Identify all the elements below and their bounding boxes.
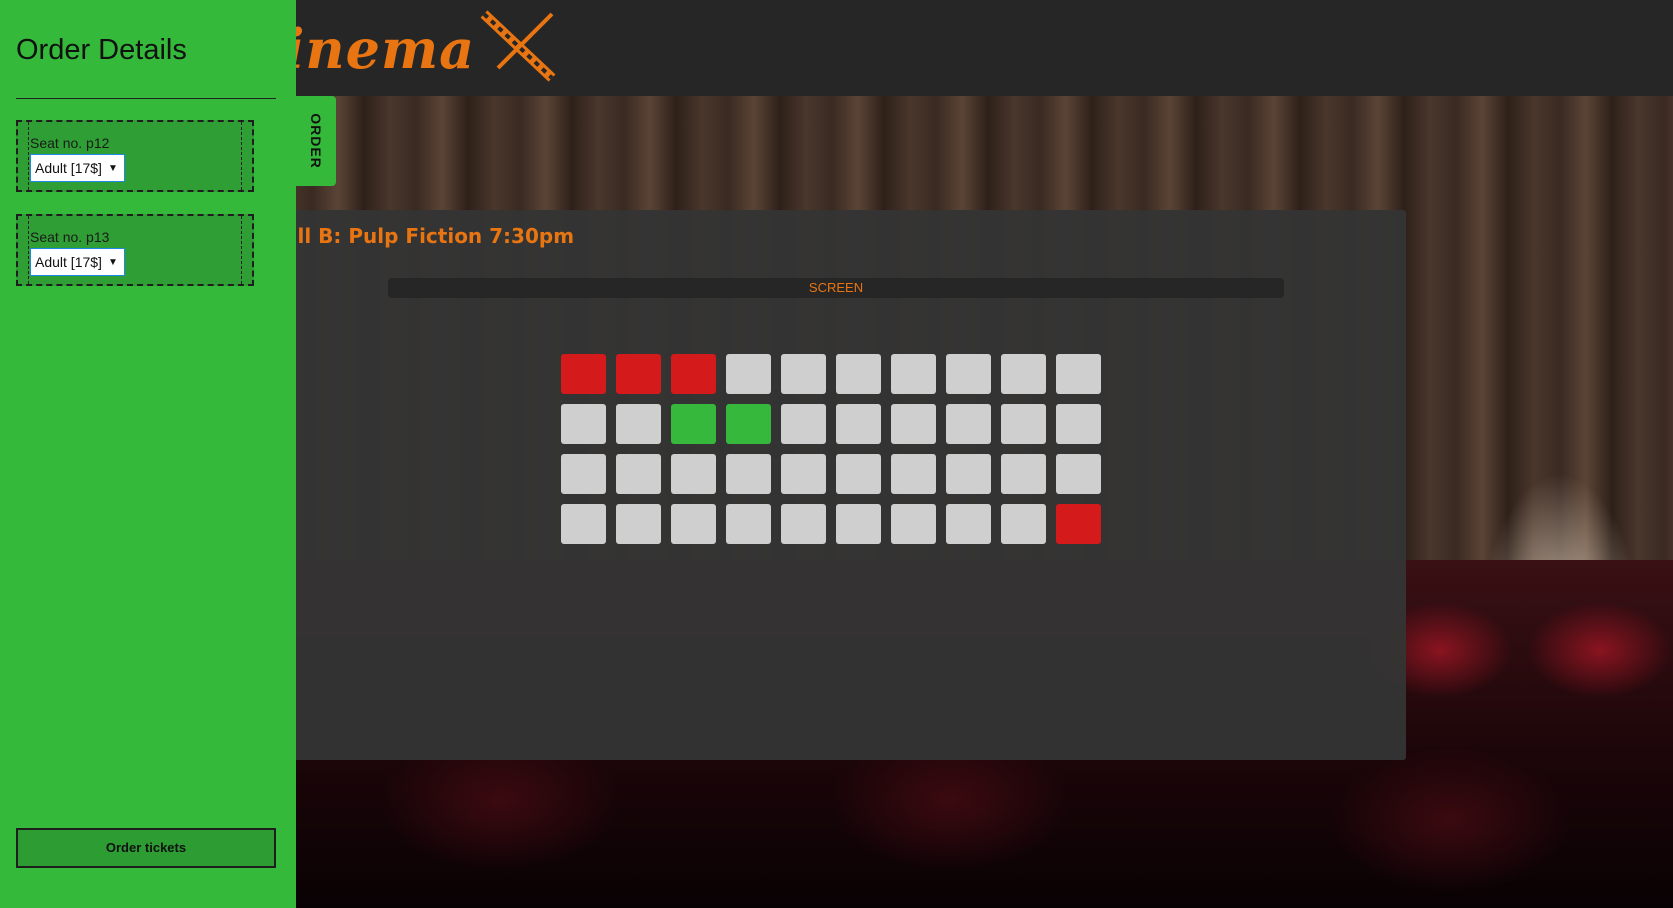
ticket-type-select[interactable]: Adult [17$] ▼ [30,248,125,276]
dropdown-arrow-icon: ▼ [107,256,118,268]
hall-panel: all B: Pulp Fiction 7:30pm SCREEN [270,210,1406,760]
dropdown-arrow-icon: ▼ [107,162,118,174]
seat-free[interactable] [891,354,936,394]
seat-taken[interactable] [616,354,661,394]
seat-free[interactable] [946,404,991,444]
seat-free[interactable] [616,454,661,494]
ticket-card: Seat no. p12 Adult [17$] ▼ [16,120,254,192]
seat-free[interactable] [836,404,881,444]
seat-free[interactable] [891,404,936,444]
ticket-type-select[interactable]: Adult [17$] ▼ [30,154,125,182]
seat-free[interactable] [836,454,881,494]
seat-free[interactable] [616,504,661,544]
order-panel-toggle-tab[interactable]: ORDER [296,96,336,186]
seat-free[interactable] [781,354,826,394]
seat-free[interactable] [726,504,771,544]
seat-free[interactable] [1001,354,1046,394]
seat-free[interactable] [946,504,991,544]
order-tickets-button[interactable]: Order tickets [16,828,276,868]
seat-free[interactable] [1056,354,1101,394]
seat-free[interactable] [561,504,606,544]
ticket-type-value: Adult [17$] [35,254,102,270]
seat-free[interactable] [616,404,661,444]
ticket-type-value: Adult [17$] [35,160,102,176]
ticket-seat-label: Seat no. p12 [30,135,110,151]
seat-free[interactable] [671,454,716,494]
ticket-seat-label: Seat no. p13 [30,229,110,245]
seat-selected[interactable] [726,404,771,444]
order-tab-label: ORDER [308,113,324,169]
seat-free[interactable] [726,354,771,394]
film-strip-icon [480,10,556,82]
seat-free[interactable] [1056,454,1101,494]
seat-free[interactable] [1056,404,1101,444]
seat-free[interactable] [561,454,606,494]
seat-free[interactable] [1001,454,1046,494]
seat-grid [561,354,1101,544]
seat-free[interactable] [836,354,881,394]
seat-free[interactable] [561,404,606,444]
seat-taken[interactable] [1056,504,1101,544]
seat-free[interactable] [946,354,991,394]
divider [16,98,276,99]
seat-free[interactable] [781,504,826,544]
hall-title: all B: Pulp Fiction 7:30pm [284,224,575,248]
seat-free[interactable] [726,454,771,494]
seat-taken[interactable] [561,354,606,394]
screen-bar: SCREEN [388,278,1284,298]
seat-free[interactable] [781,404,826,444]
seat-free[interactable] [1001,404,1046,444]
seat-free[interactable] [891,454,936,494]
seat-free[interactable] [946,454,991,494]
seat-free[interactable] [836,504,881,544]
seat-free[interactable] [1001,504,1046,544]
seat-taken[interactable] [671,354,716,394]
ticket-card: Seat no. p13 Adult [17$] ▼ [16,214,254,286]
sidebar-title: Order Details [16,34,187,66]
order-sidebar: Order Details Seat no. p12 Adult [17$] ▼… [0,0,296,908]
seat-free[interactable] [671,504,716,544]
seat-selected[interactable] [671,404,716,444]
seat-free[interactable] [891,504,936,544]
seat-free[interactable] [781,454,826,494]
